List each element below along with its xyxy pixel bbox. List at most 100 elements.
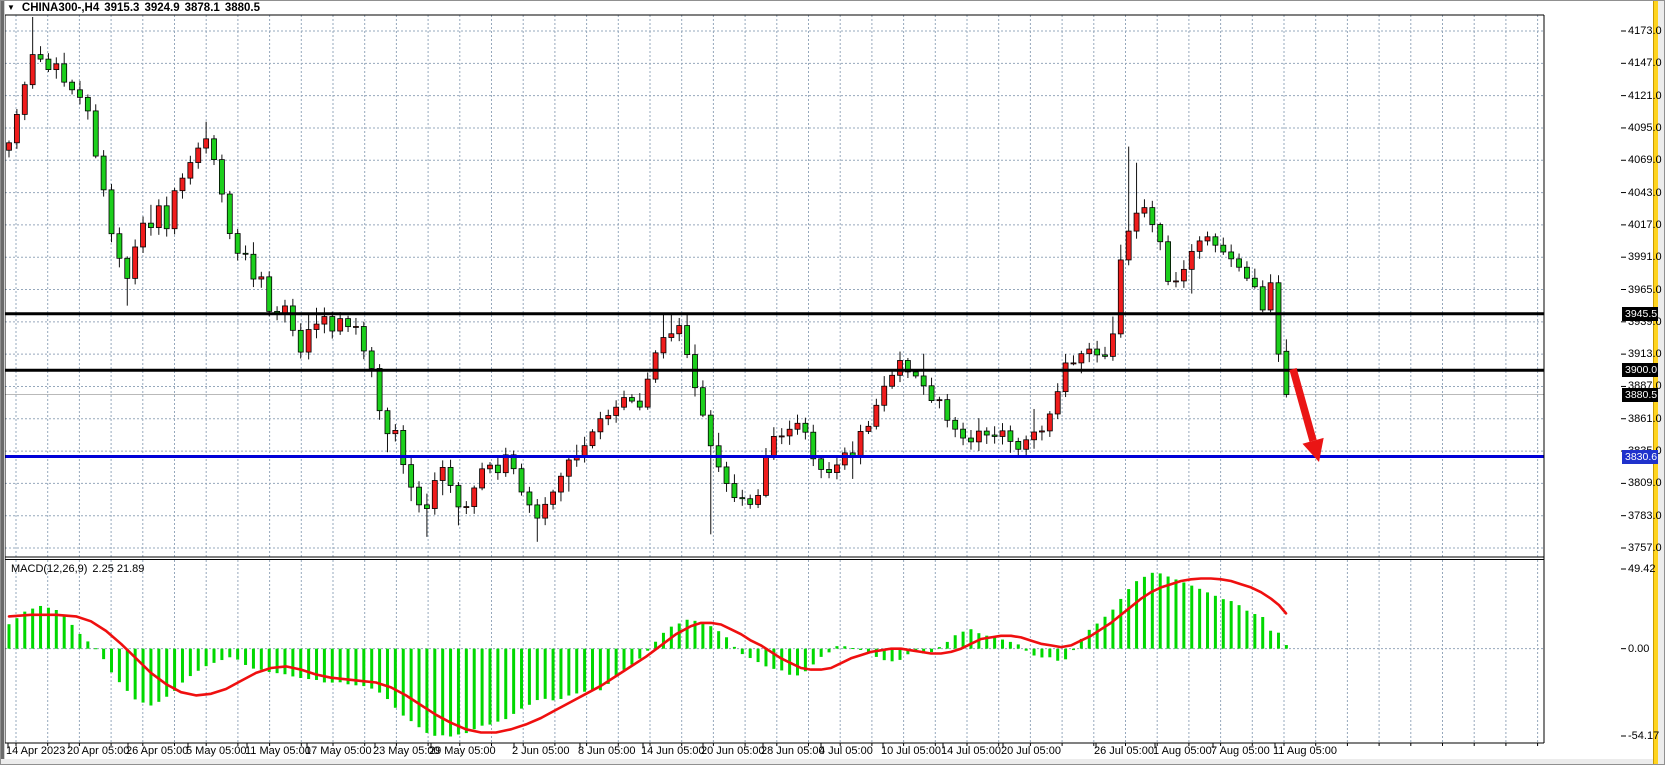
macd-histogram-bar [276, 649, 279, 673]
macd-histogram-bar [213, 649, 216, 663]
candle [590, 432, 595, 446]
candle [1126, 231, 1131, 260]
macd-histogram-bar [583, 649, 586, 692]
macd-histogram-bar [8, 624, 11, 648]
candle [101, 156, 106, 190]
candle [740, 498, 745, 499]
candle [1229, 252, 1234, 259]
quote-high: 3924.9 [144, 2, 179, 14]
candle [306, 330, 311, 353]
candle [992, 435, 997, 436]
candle [811, 432, 816, 459]
candle [1150, 208, 1155, 225]
macd-histogram-bar [283, 649, 286, 675]
candle [756, 495, 761, 504]
macd-histogram-bar [993, 637, 996, 649]
macd-histogram-bar [733, 647, 736, 649]
candle [346, 319, 351, 327]
macd-histogram-bar [1190, 586, 1193, 649]
macd-histogram-bar [488, 649, 491, 725]
candle [93, 111, 98, 156]
macd-histogram-bar [1096, 624, 1099, 649]
macd-histogram-bar [843, 646, 846, 648]
candle [1016, 441, 1021, 449]
macd-name: MACD(12,26,9) [11, 563, 87, 575]
candle [1268, 283, 1273, 310]
candle [125, 258, 130, 278]
macd-histogram-bar [244, 649, 247, 665]
macd-histogram-bar [126, 649, 129, 691]
macd-histogram-bar [220, 649, 223, 660]
candle [243, 253, 248, 254]
macd-histogram-bar [1214, 596, 1217, 649]
macd-histogram-bar [1269, 631, 1272, 649]
candle [1205, 237, 1210, 241]
macd-histogram-bar [157, 649, 160, 702]
trend-arrow-head[interactable] [1302, 438, 1323, 462]
macd-histogram-bar [1104, 617, 1107, 649]
candle [1166, 242, 1171, 282]
candle [495, 465, 500, 473]
candle [700, 388, 705, 415]
macd-histogram-bar [473, 649, 476, 730]
macd-axis-zero-label: 0.00 [1628, 643, 1665, 655]
macd-histogram-bar [1167, 577, 1170, 649]
candle [1110, 334, 1115, 357]
candle [259, 277, 264, 279]
macd-histogram-bar [749, 649, 752, 658]
macd-histogram-bar [630, 649, 633, 665]
macd-histogram-bar [236, 649, 239, 660]
candle [779, 436, 784, 437]
macd-histogram-bar [481, 649, 484, 726]
macd-histogram-bar [1206, 592, 1209, 648]
macd-histogram-bar [307, 649, 310, 679]
macd-histogram-bar [386, 649, 389, 699]
trend-arrow[interactable] [1293, 369, 1313, 441]
candle [1039, 431, 1044, 432]
candle [882, 386, 887, 405]
candle [795, 423, 800, 429]
macd-histogram-bar [835, 646, 838, 648]
macd-histogram-bar [1159, 573, 1162, 648]
macd-histogram-bar [1277, 633, 1280, 649]
date-label: 5 May 05:00 [186, 745, 247, 757]
macd-histogram-bar [110, 649, 113, 673]
candle [369, 351, 374, 368]
symbol-dropdown-icon[interactable]: ▼ [7, 3, 15, 12]
candle [487, 465, 492, 469]
date-label: 17 May 05:00 [305, 745, 372, 757]
price-tick-label: 3913.0 [1628, 348, 1665, 360]
price-tick-label: 4043.0 [1628, 187, 1665, 199]
candle [724, 467, 729, 484]
candle [212, 139, 217, 160]
macd-values: 2.25 21.89 [92, 563, 144, 575]
candle [472, 488, 477, 507]
macd-histogram-bar [567, 649, 570, 696]
candle [480, 469, 485, 488]
price-tick-label: 3991.0 [1628, 251, 1665, 263]
candle [898, 360, 903, 375]
candle [732, 484, 737, 498]
candle [7, 143, 12, 150]
window-bottom-border [1, 759, 1665, 765]
macd-histogram-bar [615, 649, 618, 677]
candle [1008, 431, 1013, 442]
date-label: 14 Jun 05:00 [641, 745, 705, 757]
candle [1103, 355, 1108, 357]
candle [551, 492, 556, 504]
candle [834, 465, 839, 473]
candle [771, 436, 776, 456]
candle [298, 330, 303, 352]
macd-histogram-bar [496, 649, 499, 722]
candle [70, 82, 75, 90]
candle [1024, 440, 1029, 449]
macd-histogram-bar [946, 642, 949, 649]
macd-histogram-bar [118, 649, 121, 682]
price-badge: 3945.5 [1622, 307, 1658, 321]
candle [819, 459, 824, 470]
macd-histogram-bar [1222, 599, 1225, 648]
macd-signal-line [9, 579, 1286, 733]
candle [38, 55, 43, 60]
macd-histogram-bar [339, 649, 342, 683]
chart-canvas[interactable] [1, 1, 1665, 765]
